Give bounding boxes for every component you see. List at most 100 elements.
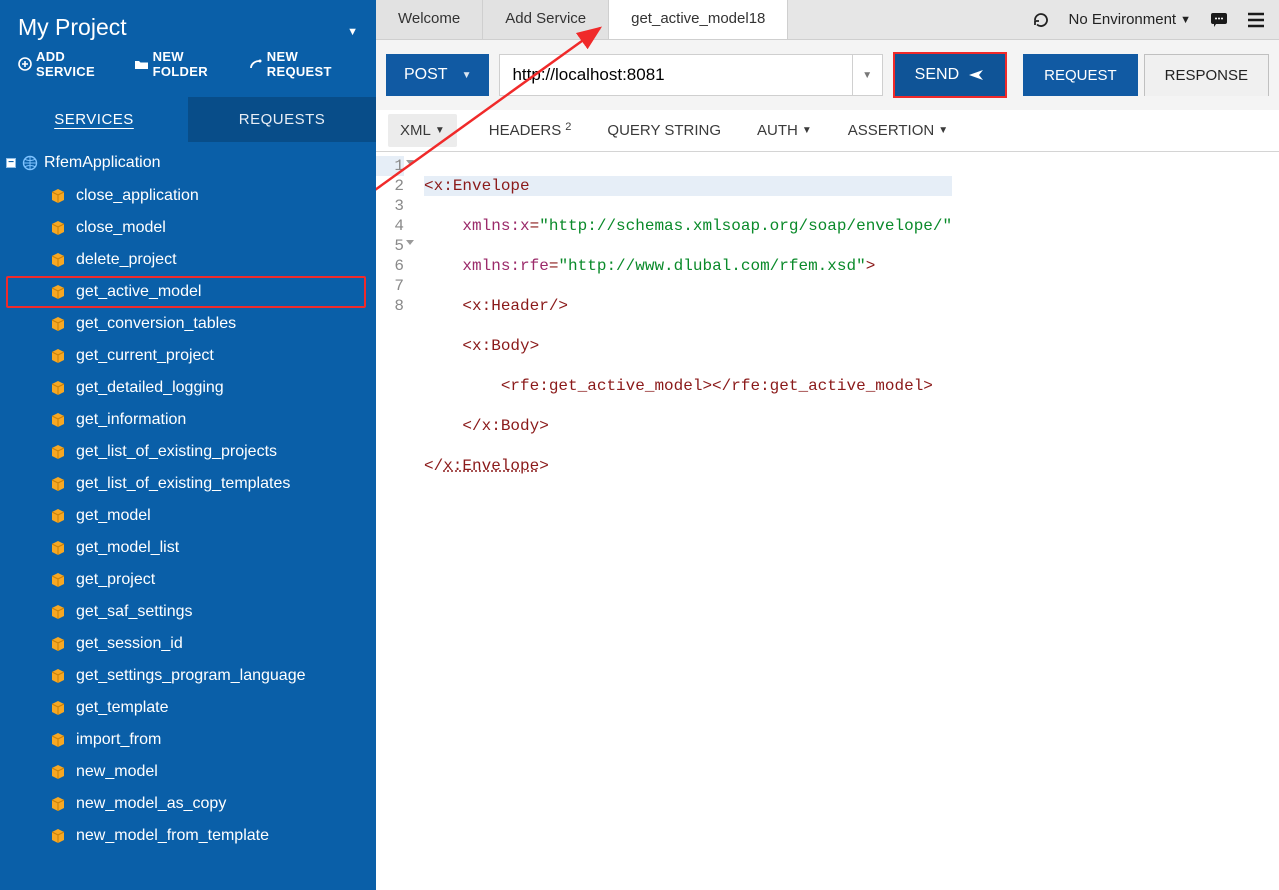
code-editor[interactable]: 1 2 3 4 5 6 7 8 <x:Envelope xmlns:x="htt…: [376, 152, 1279, 890]
tree-item-label: get_list_of_existing_projects: [76, 443, 277, 461]
tree-item-label: close_model: [76, 219, 166, 237]
refresh-icon[interactable]: [1031, 10, 1051, 30]
tree-item-get_list_of_existing_templates[interactable]: get_list_of_existing_templates: [6, 468, 366, 500]
tab-request[interactable]: REQUEST: [1023, 54, 1138, 96]
project-title[interactable]: My Project: [18, 14, 127, 41]
tab-headers[interactable]: HEADERS2: [485, 112, 576, 149]
tree-item-label: get_conversion_tables: [76, 315, 236, 333]
tree-item-label: close_application: [76, 187, 199, 205]
top-tab-welcome[interactable]: Welcome: [376, 0, 483, 39]
tree-item-get_information[interactable]: get_information: [6, 404, 366, 436]
tree-item-get_conversion_tables[interactable]: get_conversion_tables: [6, 308, 366, 340]
tree-item-label: new_model_as_copy: [76, 795, 226, 813]
layer-icon: [50, 252, 66, 268]
tab-services[interactable]: SERVICES: [0, 97, 188, 142]
tab-headers-label: HEADERS: [489, 122, 562, 139]
tree-item-get_saf_settings[interactable]: get_saf_settings: [6, 596, 366, 628]
tree-item-label: get_template: [76, 699, 169, 717]
tree-root[interactable]: − RfemApplication: [6, 152, 366, 180]
tree-item-get_project[interactable]: get_project: [6, 564, 366, 596]
plus-circle-icon: [18, 57, 32, 71]
line-gutter: 1 2 3 4 5 6 7 8: [376, 152, 412, 890]
send-button[interactable]: SEND: [893, 52, 1007, 98]
top-tab-add-service[interactable]: Add Service: [483, 0, 609, 39]
environment-dropdown[interactable]: No Environment ▼: [1069, 11, 1191, 28]
tree-item-new_model_from_template[interactable]: new_model_from_template: [6, 820, 366, 852]
tree-item-get_template[interactable]: get_template: [6, 692, 366, 724]
tree-item-label: get_model_list: [76, 539, 179, 557]
tree-item-get_detailed_logging[interactable]: get_detailed_logging: [6, 372, 366, 404]
tab-query-string[interactable]: QUERY STRING: [603, 112, 725, 149]
tree-item-get_settings_program_language[interactable]: get_settings_program_language: [6, 660, 366, 692]
tree-item-label: import_from: [76, 731, 161, 749]
method-dropdown[interactable]: POST ▼: [386, 54, 489, 96]
project-caret-icon[interactable]: ▼: [347, 26, 358, 38]
fold-icon[interactable]: [406, 240, 414, 245]
tree-item-new_model[interactable]: new_model: [6, 756, 366, 788]
tree-item-label: get_saf_settings: [76, 603, 193, 621]
new-folder-button[interactable]: NEW FOLDER: [134, 49, 235, 79]
tab-requests[interactable]: REQUESTS: [188, 97, 376, 142]
url-history-dropdown[interactable]: ▼: [852, 55, 882, 95]
globe-icon: [22, 154, 38, 172]
url-input[interactable]: [500, 55, 851, 95]
layer-icon: [50, 572, 66, 588]
caret-down-icon: ▼: [435, 125, 445, 136]
collapse-icon[interactable]: −: [6, 158, 16, 168]
tree: − RfemApplication close_applicationclose…: [0, 142, 376, 890]
tree-item-label: get_session_id: [76, 635, 183, 653]
tree-item-get_list_of_existing_projects[interactable]: get_list_of_existing_projects: [6, 436, 366, 468]
tree-item-get_active_model[interactable]: get_active_model: [6, 276, 366, 308]
chat-icon[interactable]: [1209, 11, 1229, 29]
layer-icon: [50, 828, 66, 844]
tree-item-label: get_model: [76, 507, 151, 525]
request-bar: POST ▼ ▼ SEND REQUEST RESPONSE: [376, 40, 1279, 110]
tree-item-label: get_active_model: [76, 283, 201, 301]
layer-icon: [50, 380, 66, 396]
tree-item-close_application[interactable]: close_application: [6, 180, 366, 212]
tree-item-get_current_project[interactable]: get_current_project: [6, 340, 366, 372]
tab-response[interactable]: RESPONSE: [1144, 54, 1269, 96]
layer-icon: [50, 220, 66, 236]
layer-icon: [50, 668, 66, 684]
body-tabs: XML ▼ HEADERS2 QUERY STRING AUTH ▼ ASSER…: [376, 110, 1279, 152]
request-icon: [249, 57, 263, 71]
layer-icon: [50, 188, 66, 204]
tree-item-new_model_as_copy[interactable]: new_model_as_copy: [6, 788, 366, 820]
layer-icon: [50, 412, 66, 428]
tree-item-get_session_id[interactable]: get_session_id: [6, 628, 366, 660]
top-tab-get_active_model18[interactable]: get_active_model18: [609, 0, 788, 39]
add-service-label: ADD SERVICE: [36, 49, 120, 79]
layer-icon: [50, 444, 66, 460]
tree-item-label: get_settings_program_language: [76, 667, 306, 685]
folder-icon: [134, 57, 149, 71]
top-tab-strip: WelcomeAdd Serviceget_active_model18 No …: [376, 0, 1279, 40]
main: WelcomeAdd Serviceget_active_model18 No …: [376, 0, 1279, 890]
tree-item-get_model[interactable]: get_model: [6, 500, 366, 532]
layer-icon: [50, 348, 66, 364]
menu-icon[interactable]: [1247, 12, 1265, 28]
layer-icon: [50, 732, 66, 748]
code-body[interactable]: <x:Envelope xmlns:x="http://schemas.xmls…: [412, 152, 952, 890]
tree-root-label: RfemApplication: [44, 154, 161, 172]
tree-item-delete_project[interactable]: delete_project: [6, 244, 366, 276]
fold-icon[interactable]: [406, 160, 414, 165]
new-request-label: NEW REQUEST: [267, 49, 358, 79]
tree-item-label: new_model: [76, 763, 158, 781]
tab-auth-label: AUTH: [757, 122, 798, 139]
tab-assertion[interactable]: ASSERTION ▼: [844, 112, 952, 149]
tree-item-label: get_information: [76, 411, 186, 429]
tree-item-get_model_list[interactable]: get_model_list: [6, 532, 366, 564]
tree-item-import_from[interactable]: import_from: [6, 724, 366, 756]
tree-item-label: get_current_project: [76, 347, 214, 365]
layer-icon: [50, 796, 66, 812]
layer-icon: [50, 764, 66, 780]
new-request-button[interactable]: NEW REQUEST: [249, 49, 358, 79]
send-arrow-icon: [969, 69, 985, 81]
caret-down-icon: ▼: [862, 70, 872, 81]
tab-auth[interactable]: AUTH ▼: [753, 112, 816, 149]
caret-down-icon: ▼: [462, 70, 472, 81]
add-service-button[interactable]: ADD SERVICE: [18, 49, 120, 79]
tab-xml[interactable]: XML ▼: [388, 114, 457, 147]
tree-item-close_model[interactable]: close_model: [6, 212, 366, 244]
